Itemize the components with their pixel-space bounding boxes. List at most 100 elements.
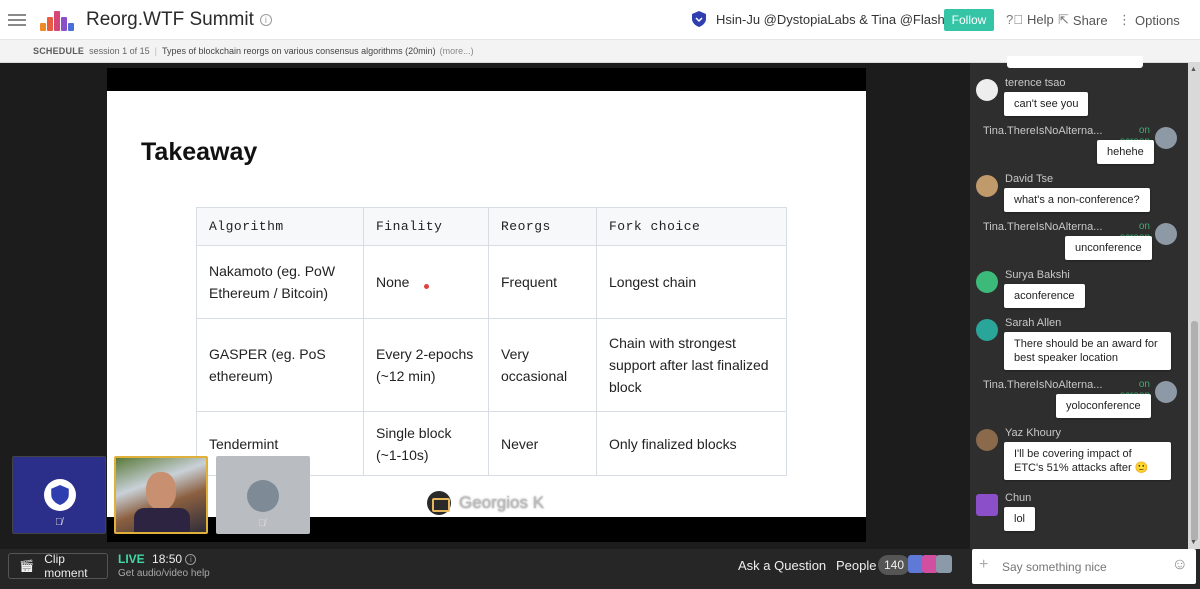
avatar [976,319,998,341]
shield-icon [51,485,69,505]
people-avatars[interactable] [908,555,952,573]
participant-tile-active[interactable] [114,456,208,534]
message-bubble: I'll be covering impact of ETC's 51% att… [1004,442,1171,480]
mic-muted-icon: 🎙̸ [55,517,63,528]
speaker-tag: Georgios K [427,491,544,515]
message-author: Yaz Khoury [1005,427,1062,439]
table-header: Algorithm [196,207,364,246]
table-cell: Only finalized blocks [596,411,787,476]
chat-input[interactable] [1002,557,1162,577]
message-author: David Tse [1005,173,1054,185]
avatar [976,79,998,101]
message-bubble: hehehe [1097,140,1154,164]
message-bubble: unconference [1065,236,1152,260]
options-link[interactable]: ⋮ Options [1118,12,1180,28]
clip-label: Clip moment [44,552,88,580]
more-vertical-icon: ⋮ [1118,12,1131,27]
avatar [1155,223,1177,245]
share-label: Share [1072,12,1108,28]
message-bubble: There should be an award for best speake… [1004,332,1171,370]
clip-moment-button[interactable]: 🎬︎ Clip moment [8,552,108,580]
app-logo[interactable] [38,7,74,33]
table-header: Finality [363,207,489,246]
message-author: terence tsao [1005,77,1066,89]
session-topic: Types of blockchain reorgs on various co… [162,46,436,56]
schedule-label[interactable]: SCHEDULE [33,46,84,56]
participant-avatar [146,472,176,510]
speaker-badge-icon [427,491,451,515]
table-cell: GASPER (eg. PoS ethereum) [196,318,364,412]
options-label: Options [1135,12,1180,28]
scroll-down-icon[interactable]: ▼ [1190,539,1197,546]
table-cell: Chain with strongest support after last … [596,318,787,412]
participant-avatar [247,480,279,512]
table-header: Reorgs [488,207,597,246]
avatar [976,175,998,197]
avatar [976,271,998,293]
avatar [1155,381,1177,403]
more-link[interactable]: (more...) [440,46,474,56]
question-icon: ?⃝ [1006,12,1023,27]
help-link[interactable]: ?⃝ Help [1006,12,1054,27]
people-count-badge[interactable]: 140 [878,555,910,575]
message-author: Tina.ThereIsNoAlterna... [983,221,1103,233]
divider: | [154,46,157,56]
share-icon: ⇱ [1058,12,1069,27]
message-bubble: what's a non-conference? [1004,188,1150,212]
info-icon[interactable]: i [185,554,197,566]
ask-question-button[interactable]: Ask a Question [738,558,826,573]
menu-icon[interactable] [8,11,26,29]
participant-tile[interactable]: 🎙̸ [12,456,106,534]
av-help-link[interactable]: Get audio/video help [118,568,210,579]
presenter-names: Hsin-Ju @DystopiaLabs & Tina @Flashb... [716,11,963,27]
share-link[interactable]: ⇱ Share [1058,12,1108,28]
message-author: Surya Bakshi [1005,269,1070,281]
mic-muted-icon: 🎙̸ [258,518,266,529]
avatar [1155,127,1177,149]
help-label: Help [1026,12,1054,27]
table-cell: Nakamoto (eg. PoW Ethereum / Bitcoin) [196,245,364,319]
comparison-table: Algorithm Finality Reorgs Fork choice Na… [196,207,787,476]
table-cell: Never [488,411,597,476]
table-header: Fork choice [596,207,787,246]
presenter-info[interactable]: Hsin-Ju @DystopiaLabs & Tina @Flashb... [692,11,963,27]
slide-title: Takeaway [141,138,258,166]
plus-icon[interactable]: + [979,556,988,574]
shield-icon [692,11,706,27]
follow-button[interactable]: Follow [944,9,994,31]
avatar [976,429,998,451]
previous-message-bubble [1007,56,1143,68]
info-icon[interactable]: i [259,13,272,26]
message-bubble: can't see you [1004,92,1089,116]
table-cell: Every 2-epochs (~12 min) [363,318,489,412]
scroll-up-icon[interactable]: ▲ [1190,66,1197,73]
table-cell: Very occasional [488,318,597,412]
table-cell: Single block (~1-10s) [363,411,489,476]
participant-shirt [134,508,190,532]
speaker-name: Georgios K [459,493,545,512]
message-bubble: lol [1004,507,1036,531]
scrollbar-thumb[interactable] [1191,321,1198,541]
table-row: GASPER (eg. PoS ethereum) Every 2-epochs… [196,318,787,412]
emoji-icon[interactable]: ☺ [1172,556,1188,574]
live-time: 18:50 [152,552,183,566]
avatar [976,494,998,516]
message-author: Tina.ThereIsNoAlterna... [983,125,1103,137]
table-row: Nakamoto (eg. PoW Ethereum / Bitcoin) No… [196,245,787,319]
table-cell: Frequent [488,245,597,319]
clapper-icon: 🎬︎ [19,559,35,573]
participant-tile[interactable]: 🎙̸ [216,456,310,534]
live-status: LIVE 18:50 i [118,552,197,566]
people-button[interactable]: People [836,558,876,573]
message-author: Tina.ThereIsNoAlterna... [983,379,1103,391]
message-bubble: yoloconference [1056,394,1151,418]
live-tag: LIVE [118,552,145,566]
laser-pointer-dot [424,284,429,289]
chat-scrollbar[interactable]: ▲ ▼ [1188,63,1200,549]
avatar [936,555,952,573]
event-title: Reorg.WTF Summit [86,8,254,30]
message-bubble: aconference [1004,284,1085,308]
message-author: Sarah Allen [1005,317,1062,329]
presentation-slide: Takeaway Algorithm Finality Reorgs Fork … [107,91,866,517]
chat-input-bar: + ☺ [972,549,1196,584]
